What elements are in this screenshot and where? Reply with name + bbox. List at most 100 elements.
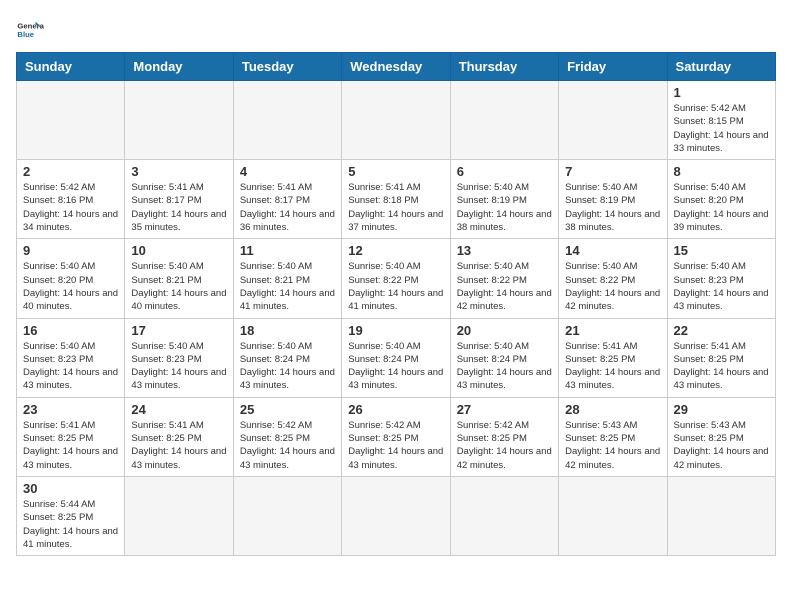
calendar-cell: 19 Sunrise: 5:40 AM Sunset: 8:24 PM Dayli…	[342, 318, 450, 397]
day-info: Sunrise: 5:41 AM Sunset: 8:17 PM Dayligh…	[240, 181, 335, 234]
calendar-cell: 13 Sunrise: 5:40 AM Sunset: 8:22 PM Dayli…	[450, 239, 558, 318]
day-info: Sunrise: 5:40 AM Sunset: 8:22 PM Dayligh…	[565, 260, 660, 313]
calendar-cell: 27Sunrise: 5:42 AM Sunset: 8:25 PM Dayli…	[450, 397, 558, 476]
day-number: 6	[457, 164, 552, 179]
calendar-cell	[233, 476, 341, 555]
calendar-cell: 14 Sunrise: 5:40 AM Sunset: 8:22 PM Dayli…	[559, 239, 667, 318]
calendar-cell: 15Sunrise: 5:40 AM Sunset: 8:23 PM Dayli…	[667, 239, 775, 318]
day-number: 8	[674, 164, 769, 179]
calendar-cell	[17, 81, 125, 160]
day-number: 22	[674, 323, 769, 338]
day-info: Sunrise: 5:42 AM Sunset: 8:25 PM Dayligh…	[457, 419, 552, 472]
calendar-cell	[125, 476, 233, 555]
day-info: Sunrise: 5:40 AM Sunset: 8:22 PM Dayligh…	[348, 260, 443, 313]
calendar-cell: 18 Sunrise: 5:40 AM Sunset: 8:24 PM Dayli…	[233, 318, 341, 397]
day-number: 5	[348, 164, 443, 179]
calendar-cell: 1Sunrise: 5:42 AM Sunset: 8:15 PM Daylig…	[667, 81, 775, 160]
day-number: 19	[348, 323, 443, 338]
generalblue-logo-icon: General Blue	[16, 16, 44, 44]
day-info: Sunrise: 5:40 AM Sunset: 8:20 PM Dayligh…	[674, 181, 769, 234]
day-number: 15	[674, 243, 769, 258]
calendar-cell	[342, 476, 450, 555]
calendar-cell	[233, 81, 341, 160]
day-number: 2	[23, 164, 118, 179]
calendar-cell: 24Sunrise: 5:41 AM Sunset: 8:25 PM Dayli…	[125, 397, 233, 476]
calendar-cell: 6 Sunrise: 5:40 AM Sunset: 8:19 PM Daylig…	[450, 160, 558, 239]
col-header-thursday: Thursday	[450, 53, 558, 81]
calendar-cell: 29 Sunrise: 5:43 AM Sunset: 8:25 PM Dayli…	[667, 397, 775, 476]
calendar-cell: 8 Sunrise: 5:40 AM Sunset: 8:20 PM Daylig…	[667, 160, 775, 239]
day-number: 4	[240, 164, 335, 179]
day-number: 11	[240, 243, 335, 258]
calendar-cell: 23 Sunrise: 5:41 AM Sunset: 8:25 PM Dayli…	[17, 397, 125, 476]
calendar-cell: 2 Sunrise: 5:42 AM Sunset: 8:16 PM Daylig…	[17, 160, 125, 239]
calendar-cell: 21 Sunrise: 5:41 AM Sunset: 8:25 PM Dayli…	[559, 318, 667, 397]
day-number: 28	[565, 402, 660, 417]
svg-text:Blue: Blue	[17, 30, 34, 39]
col-header-sunday: Sunday	[17, 53, 125, 81]
calendar-week-row: 16Sunrise: 5:40 AM Sunset: 8:23 PM Dayli…	[17, 318, 776, 397]
day-info: Sunrise: 5:40 AM Sunset: 8:24 PM Dayligh…	[457, 340, 552, 393]
logo: General Blue	[16, 16, 44, 44]
col-header-saturday: Saturday	[667, 53, 775, 81]
day-info: Sunrise: 5:40 AM Sunset: 8:24 PM Dayligh…	[348, 340, 443, 393]
day-info: Sunrise: 5:40 AM Sunset: 8:21 PM Dayligh…	[240, 260, 335, 313]
day-number: 3	[131, 164, 226, 179]
calendar-cell: 20 Sunrise: 5:40 AM Sunset: 8:24 PM Dayli…	[450, 318, 558, 397]
calendar-cell	[450, 476, 558, 555]
calendar-week-row: 30 Sunrise: 5:44 AM Sunset: 8:25 PM Dayli…	[17, 476, 776, 555]
day-info: Sunrise: 5:41 AM Sunset: 8:25 PM Dayligh…	[131, 419, 226, 472]
day-info: Sunrise: 5:42 AM Sunset: 8:25 PM Dayligh…	[240, 419, 335, 472]
day-number: 9	[23, 243, 118, 258]
day-number: 29	[674, 402, 769, 417]
calendar-cell: 5Sunrise: 5:41 AM Sunset: 8:18 PM Daylig…	[342, 160, 450, 239]
calendar-cell: 28Sunrise: 5:43 AM Sunset: 8:25 PM Dayli…	[559, 397, 667, 476]
calendar-cell: 26Sunrise: 5:42 AM Sunset: 8:25 PM Dayli…	[342, 397, 450, 476]
calendar-cell	[450, 81, 558, 160]
calendar-cell: 10Sunrise: 5:40 AM Sunset: 8:21 PM Dayli…	[125, 239, 233, 318]
day-info: Sunrise: 5:40 AM Sunset: 8:20 PM Dayligh…	[23, 260, 118, 313]
day-info: Sunrise: 5:41 AM Sunset: 8:25 PM Dayligh…	[565, 340, 660, 393]
day-info: Sunrise: 5:40 AM Sunset: 8:24 PM Dayligh…	[240, 340, 335, 393]
day-info: Sunrise: 5:41 AM Sunset: 8:17 PM Dayligh…	[131, 181, 226, 234]
calendar-week-row: 2 Sunrise: 5:42 AM Sunset: 8:16 PM Daylig…	[17, 160, 776, 239]
header: General Blue	[16, 16, 776, 44]
calendar-cell: 12Sunrise: 5:40 AM Sunset: 8:22 PM Dayli…	[342, 239, 450, 318]
calendar-cell	[125, 81, 233, 160]
calendar-cell	[559, 81, 667, 160]
day-info: Sunrise: 5:40 AM Sunset: 8:22 PM Dayligh…	[457, 260, 552, 313]
calendar-cell: 30 Sunrise: 5:44 AM Sunset: 8:25 PM Dayli…	[17, 476, 125, 555]
day-number: 25	[240, 402, 335, 417]
day-info: Sunrise: 5:42 AM Sunset: 8:25 PM Dayligh…	[348, 419, 443, 472]
day-number: 18	[240, 323, 335, 338]
day-number: 1	[674, 85, 769, 100]
day-number: 10	[131, 243, 226, 258]
calendar-cell	[667, 476, 775, 555]
day-number: 21	[565, 323, 660, 338]
calendar-cell: 7 Sunrise: 5:40 AM Sunset: 8:19 PM Daylig…	[559, 160, 667, 239]
calendar-cell: 22 Sunrise: 5:41 AM Sunset: 8:25 PM Dayli…	[667, 318, 775, 397]
day-number: 20	[457, 323, 552, 338]
day-number: 17	[131, 323, 226, 338]
day-number: 16	[23, 323, 118, 338]
calendar-cell: 9 Sunrise: 5:40 AM Sunset: 8:20 PM Daylig…	[17, 239, 125, 318]
day-info: Sunrise: 5:40 AM Sunset: 8:19 PM Dayligh…	[457, 181, 552, 234]
calendar-week-row: 23 Sunrise: 5:41 AM Sunset: 8:25 PM Dayli…	[17, 397, 776, 476]
calendar-week-row: 1Sunrise: 5:42 AM Sunset: 8:15 PM Daylig…	[17, 81, 776, 160]
day-info: Sunrise: 5:42 AM Sunset: 8:16 PM Dayligh…	[23, 181, 118, 234]
day-number: 14	[565, 243, 660, 258]
calendar-cell	[559, 476, 667, 555]
day-info: Sunrise: 5:41 AM Sunset: 8:25 PM Dayligh…	[23, 419, 118, 472]
day-info: Sunrise: 5:44 AM Sunset: 8:25 PM Dayligh…	[23, 498, 118, 551]
day-number: 23	[23, 402, 118, 417]
calendar-week-row: 9 Sunrise: 5:40 AM Sunset: 8:20 PM Daylig…	[17, 239, 776, 318]
day-number: 13	[457, 243, 552, 258]
day-info: Sunrise: 5:43 AM Sunset: 8:25 PM Dayligh…	[674, 419, 769, 472]
day-info: Sunrise: 5:41 AM Sunset: 8:25 PM Dayligh…	[674, 340, 769, 393]
col-header-friday: Friday	[559, 53, 667, 81]
col-header-wednesday: Wednesday	[342, 53, 450, 81]
day-number: 30	[23, 481, 118, 496]
day-info: Sunrise: 5:40 AM Sunset: 8:19 PM Dayligh…	[565, 181, 660, 234]
col-header-tuesday: Tuesday	[233, 53, 341, 81]
day-number: 7	[565, 164, 660, 179]
